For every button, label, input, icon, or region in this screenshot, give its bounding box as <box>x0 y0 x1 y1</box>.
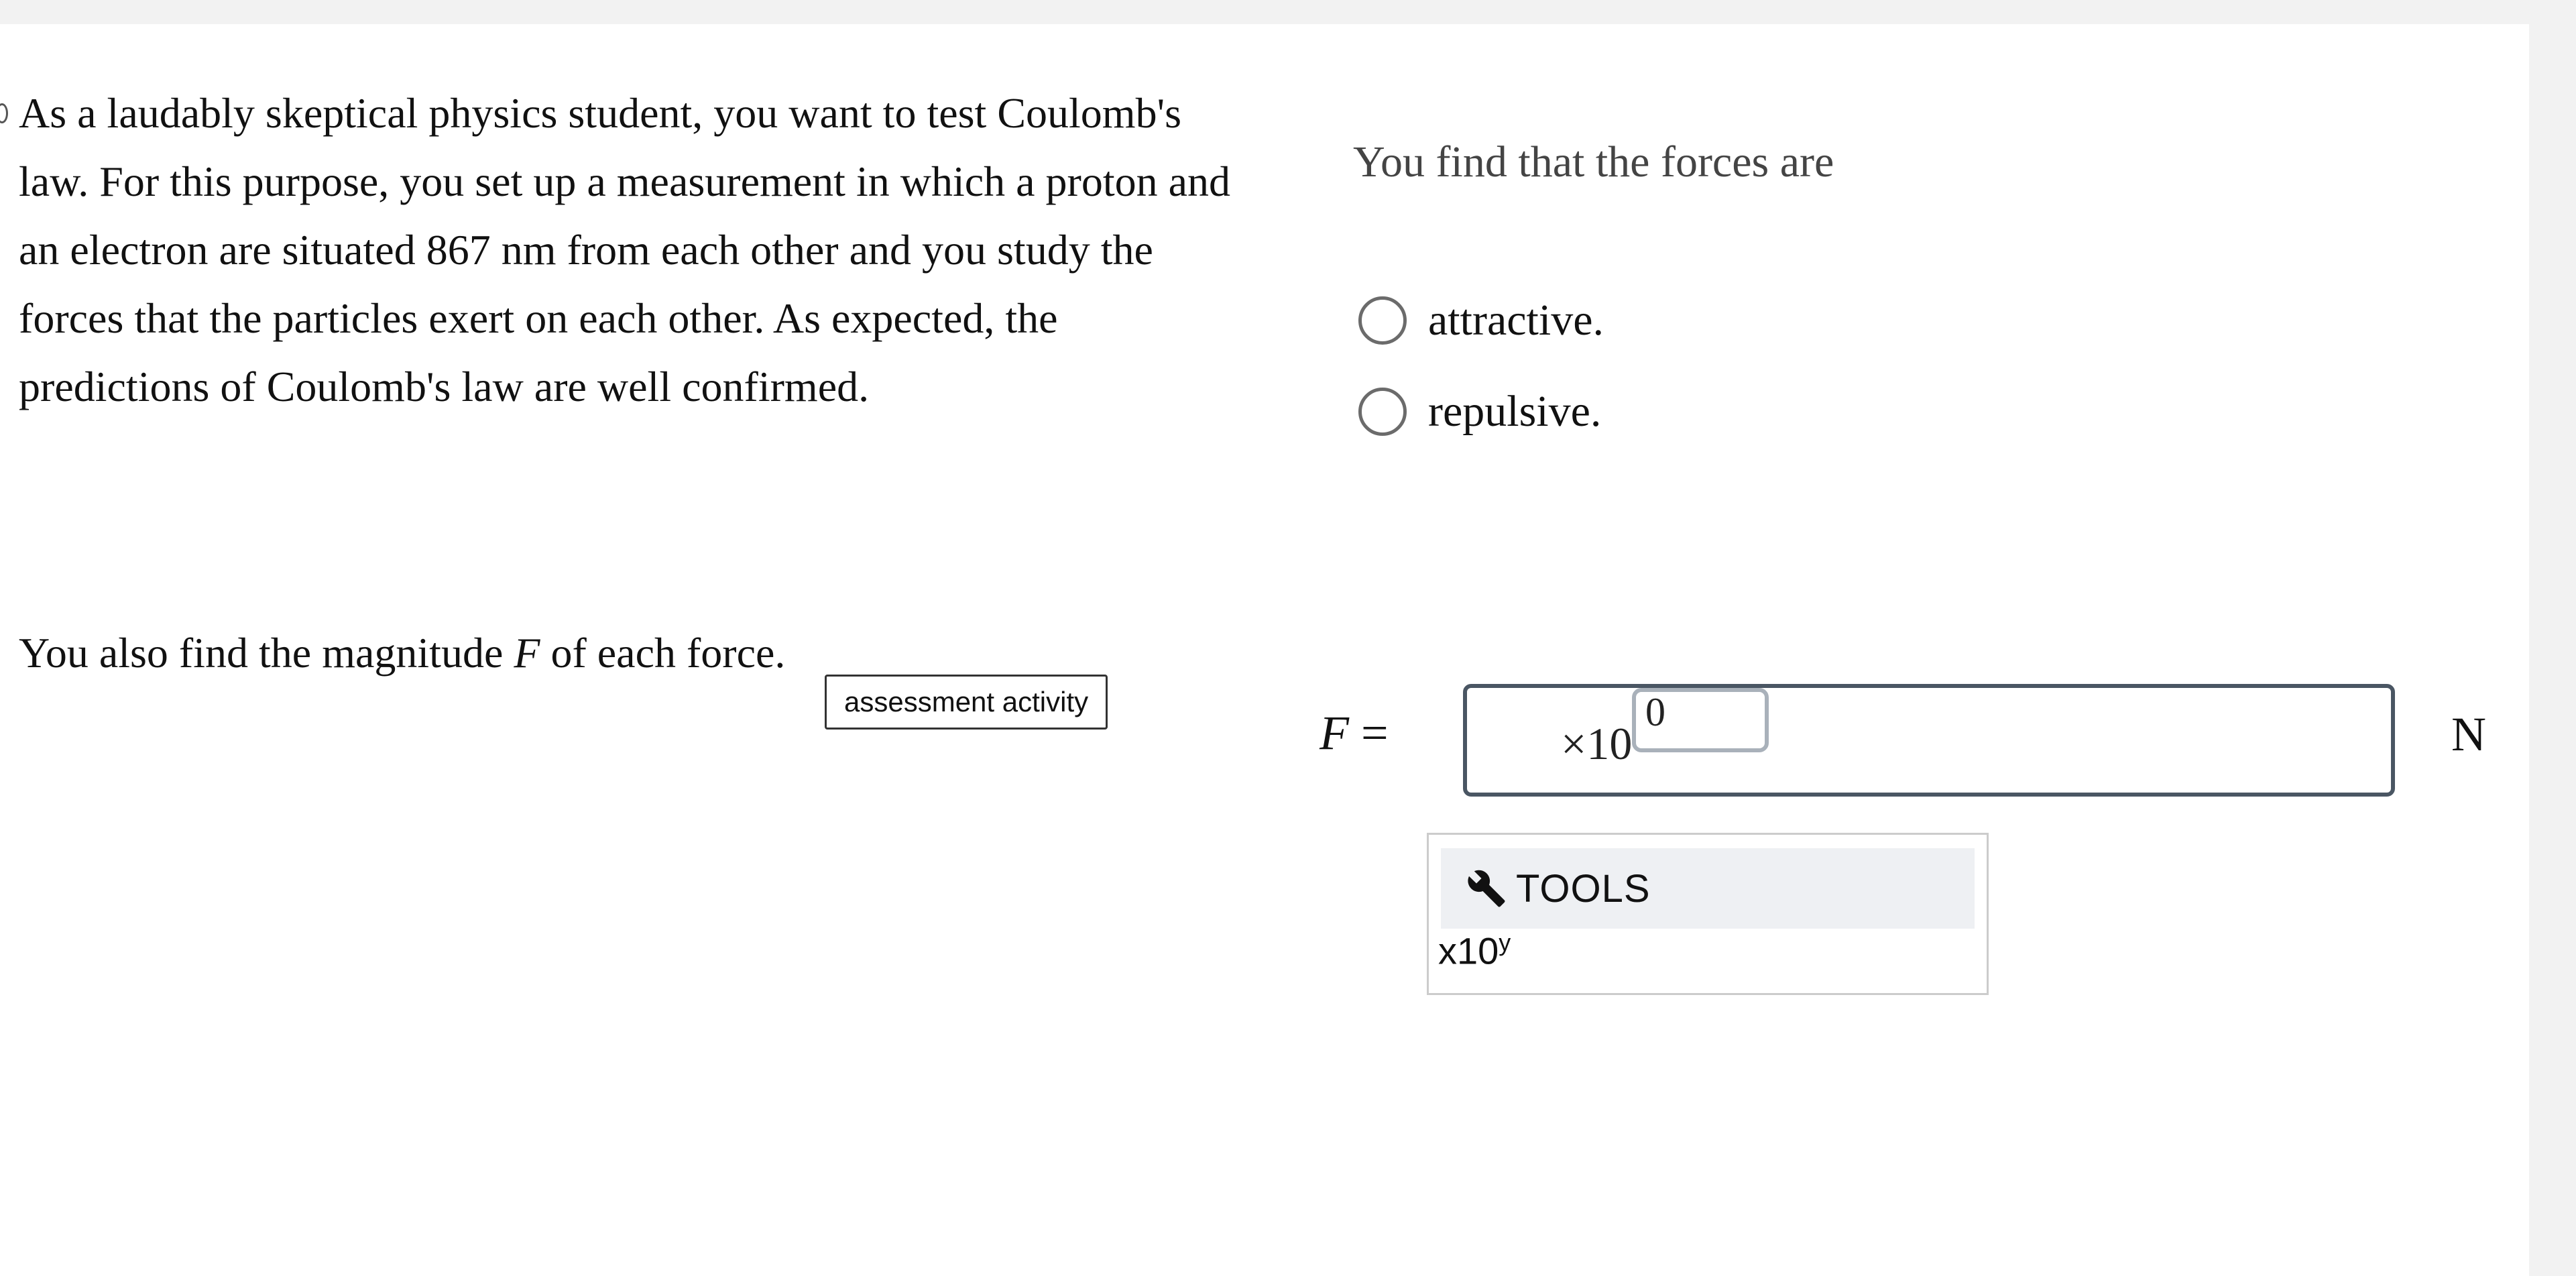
magnitude-prompt-end: of each force. <box>540 629 786 677</box>
unit-label: N <box>2451 707 2486 761</box>
tools-panel: TOOLS x10y <box>1427 833 1989 995</box>
forces-prompt: You find that the forces are <box>1353 137 1834 186</box>
sci-notation-base: x10 <box>1438 929 1499 972</box>
magnitude-prompt: You also find the magnitude F of each fo… <box>19 625 785 681</box>
equals-sign: = <box>1360 706 1389 760</box>
sci-notation-exponent: y <box>1499 929 1511 956</box>
magnitude-prompt-start: You also find the magnitude <box>19 629 514 677</box>
tools-header[interactable]: TOOLS <box>1441 848 1975 929</box>
tools-title: TOOLS <box>1516 866 1651 911</box>
answer-input[interactable]: ×10 0 <box>1463 684 2395 797</box>
exponent-input[interactable]: 0 <box>1632 688 1769 752</box>
right-gutter <box>2529 24 2576 1276</box>
wrench-icon <box>1466 868 1507 909</box>
radio-button-repulsive[interactable] <box>1358 388 1407 436</box>
scientific-notation-button[interactable]: x10y <box>1438 929 1511 973</box>
radio-button-attractive[interactable] <box>1358 296 1407 345</box>
radio-label-repulsive[interactable]: repulsive. <box>1428 386 1601 437</box>
edge-indicator <box>0 103 8 123</box>
exponent-value[interactable]: 0 <box>1645 689 1665 736</box>
times-ten-label: ×10 <box>1561 718 1633 769</box>
tooltip: assessment activity <box>825 675 1108 730</box>
problem-statement: As a laudably skeptical physics student,… <box>19 89 1231 410</box>
radio-label-attractive[interactable]: attractive. <box>1428 295 1604 346</box>
assessment-card: As a laudably skeptical physics student,… <box>0 24 2529 1276</box>
force-variable: F <box>1320 706 1349 760</box>
radio-option-repulsive[interactable]: repulsive. <box>1358 386 1601 437</box>
magnitude-variable: F <box>514 629 540 677</box>
radio-option-attractive[interactable]: attractive. <box>1358 295 1604 346</box>
force-label: F = <box>1320 705 1389 761</box>
